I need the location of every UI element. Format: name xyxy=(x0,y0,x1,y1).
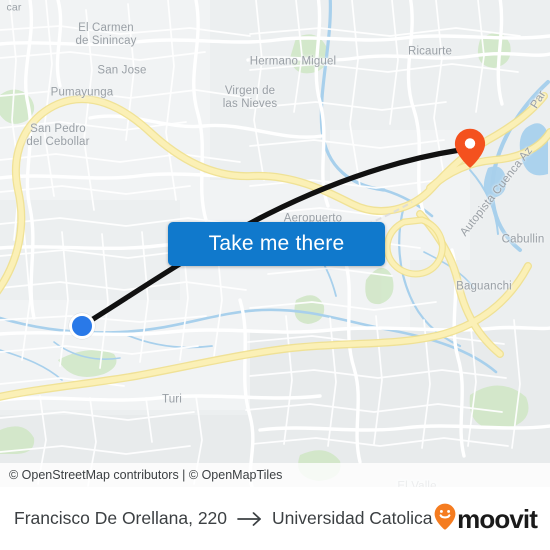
destination-pin-icon xyxy=(454,128,486,168)
moovit-logo[interactable]: moovit xyxy=(434,503,538,535)
origin-dot[interactable] xyxy=(69,313,95,339)
route-origin-label: Francisco De Orellana, 220 xyxy=(14,508,228,528)
take-me-there-label: Take me there xyxy=(208,232,345,255)
take-me-there-button[interactable]: Take me there xyxy=(168,222,385,266)
route-destination-label: Universidad Catolica xyxy=(272,508,433,528)
moovit-pin-icon xyxy=(434,503,456,535)
moovit-wordmark: moovit xyxy=(457,503,538,534)
map-canvas[interactable]: car El Carmen de Sinincay Hermano Miguel Ri… xyxy=(0,0,550,487)
arrow-right-icon xyxy=(237,511,263,527)
route-summary: Francisco De Orellana, 220 Universidad C… xyxy=(14,508,433,529)
moovit-route-screenshot: car El Carmen de Sinincay Hermano Miguel Ri… xyxy=(0,0,550,550)
map-attribution-bar: © OpenStreetMap contributors | © OpenMap… xyxy=(0,463,550,487)
destination-pin[interactable] xyxy=(454,128,486,168)
map-attribution-text[interactable]: © OpenStreetMap contributors | © OpenMap… xyxy=(9,468,282,482)
footer-bar: Francisco De Orellana, 220 Universidad C… xyxy=(0,487,550,550)
